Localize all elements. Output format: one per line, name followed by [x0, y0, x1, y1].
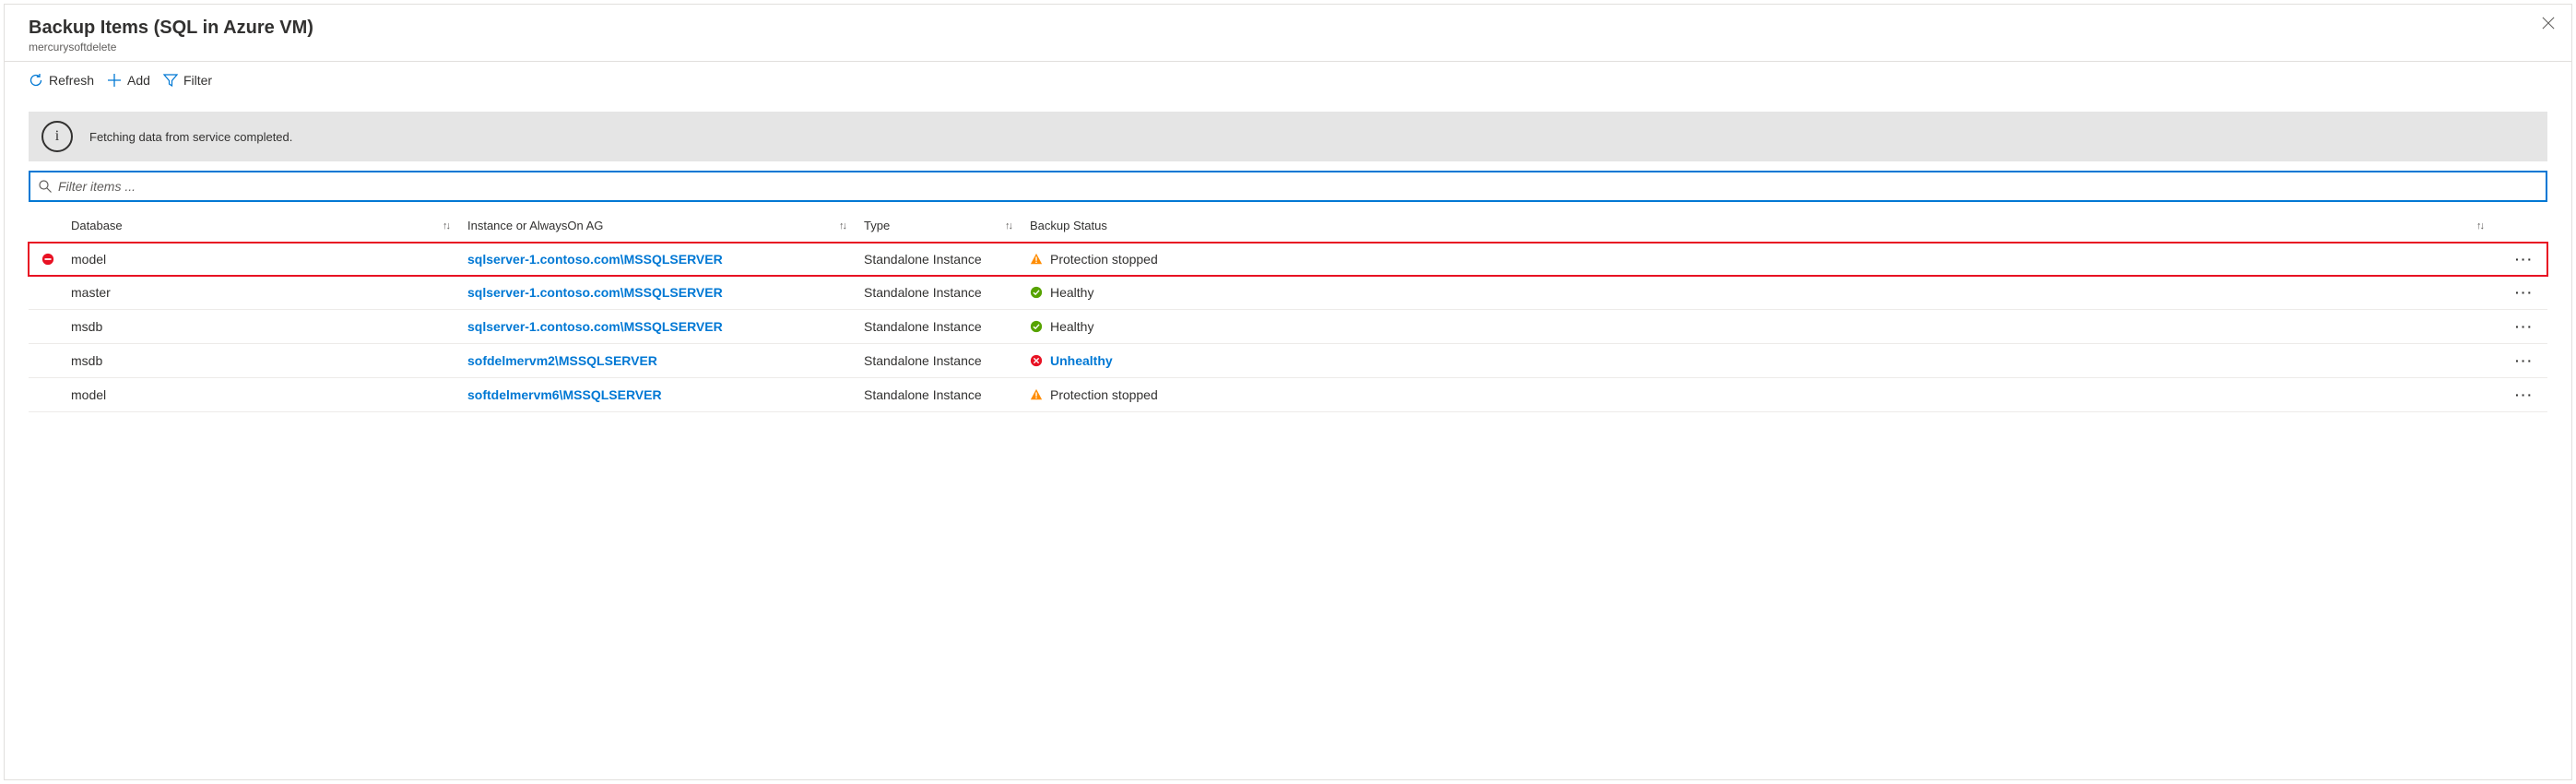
info-icon: i — [41, 121, 73, 152]
instance-link[interactable]: softdelmervm6\MSSQLSERVER — [467, 387, 864, 402]
toolbar: Refresh Add Filter — [5, 62, 2571, 99]
row-actions-button[interactable]: ··· — [2501, 252, 2547, 267]
type-cell: Standalone Instance — [864, 387, 1030, 402]
type-cell: Standalone Instance — [864, 319, 1030, 334]
healthy-icon — [1030, 286, 1043, 299]
unhealthy-icon — [1030, 354, 1043, 367]
status-cell[interactable]: Unhealthy — [1030, 353, 2501, 368]
healthy-icon — [1030, 320, 1043, 333]
page-title: Backup Items (SQL in Azure VM) — [29, 18, 2553, 39]
table-row: msdbsofdelmervm2\MSSQLSERVERStandalone I… — [29, 344, 2547, 378]
backup-items-table: Database ↑↓ Instance or AlwaysOn AG ↑↓ T… — [29, 208, 2547, 412]
type-cell: Standalone Instance — [864, 252, 1030, 267]
filter-icon — [163, 73, 178, 88]
row-actions-button[interactable]: ··· — [2501, 387, 2547, 402]
type-cell: Standalone Instance — [864, 353, 1030, 368]
blade-header: Backup Items (SQL in Azure VM) mercuryso… — [5, 5, 2571, 62]
row-actions-button[interactable]: ··· — [2501, 353, 2547, 368]
instance-link[interactable]: sqlserver-1.contoso.com\MSSQLSERVER — [467, 252, 864, 267]
database-cell: msdb — [71, 353, 467, 368]
status-text: Protection stopped — [1050, 252, 1158, 267]
status-text: Healthy — [1050, 319, 1093, 334]
column-label: Type — [864, 219, 890, 232]
search-icon — [38, 179, 53, 194]
sort-icon: ↑↓ — [2476, 220, 2483, 232]
filter-button[interactable]: Filter — [163, 71, 212, 89]
table-row: mastersqlserver-1.contoso.com\MSSQLSERVE… — [29, 276, 2547, 310]
instance-link[interactable]: sofdelmervm2\MSSQLSERVER — [467, 353, 864, 368]
column-label: Database — [71, 219, 123, 232]
column-type[interactable]: Type ↑↓ — [864, 219, 1030, 232]
table-header: Database ↑↓ Instance or AlwaysOn AG ↑↓ T… — [29, 208, 2547, 243]
add-label: Add — [127, 73, 150, 88]
sort-icon: ↑↓ — [839, 220, 845, 232]
page-subtitle: mercurysoftdelete — [29, 41, 2553, 53]
database-cell: model — [71, 252, 467, 267]
column-label: Instance or AlwaysOn AG — [467, 219, 603, 232]
close-icon — [2542, 17, 2555, 30]
filter-label: Filter — [183, 73, 212, 88]
row-actions-button[interactable]: ··· — [2501, 285, 2547, 300]
type-cell: Standalone Instance — [864, 285, 1030, 300]
status-cell: Healthy — [1030, 319, 2501, 334]
add-icon — [107, 73, 122, 88]
refresh-icon — [29, 73, 43, 88]
row-actions-button[interactable]: ··· — [2501, 319, 2547, 334]
add-button[interactable]: Add — [107, 71, 150, 89]
status-text: Healthy — [1050, 285, 1093, 300]
filter-box[interactable] — [29, 171, 2547, 202]
filter-input[interactable] — [53, 176, 2538, 196]
column-instance[interactable]: Instance or AlwaysOn AG ↑↓ — [467, 219, 864, 232]
database-cell: master — [71, 285, 467, 300]
status-text: Protection stopped — [1050, 387, 1158, 402]
table-row: modelsqlserver-1.contoso.com\MSSQLSERVER… — [29, 243, 2547, 276]
instance-link[interactable]: sqlserver-1.contoso.com\MSSQLSERVER — [467, 285, 864, 300]
sort-icon: ↑↓ — [443, 220, 449, 232]
column-database[interactable]: Database ↑↓ — [71, 219, 467, 232]
close-button[interactable] — [2542, 16, 2555, 32]
refresh-label: Refresh — [49, 73, 94, 88]
database-cell: msdb — [71, 319, 467, 334]
status-cell: Healthy — [1030, 285, 2501, 300]
info-message: Fetching data from service completed. — [89, 130, 292, 144]
status-cell: Protection stopped — [1030, 252, 2501, 267]
column-label: Backup Status — [1030, 219, 1107, 232]
warning-icon — [1030, 388, 1043, 401]
warning-icon — [1030, 253, 1043, 266]
sort-icon: ↑↓ — [1005, 220, 1011, 232]
status-text: Unhealthy — [1050, 353, 1113, 368]
database-cell: model — [71, 387, 467, 402]
instance-link[interactable]: sqlserver-1.contoso.com\MSSQLSERVER — [467, 319, 864, 334]
table-row: modelsoftdelmervm6\MSSQLSERVERStandalone… — [29, 378, 2547, 412]
info-bar: i Fetching data from service completed. — [29, 112, 2547, 161]
column-status[interactable]: Backup Status ↑↓ — [1030, 219, 2501, 232]
table-row: msdbsqlserver-1.contoso.com\MSSQLSERVERS… — [29, 310, 2547, 344]
refresh-button[interactable]: Refresh — [29, 71, 94, 89]
row-status-icon — [29, 253, 71, 266]
status-cell: Protection stopped — [1030, 387, 2501, 402]
